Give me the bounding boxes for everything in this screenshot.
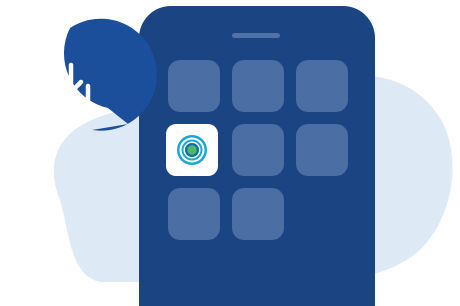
illustration (0, 0, 460, 306)
download-bubble (51, 18, 157, 131)
